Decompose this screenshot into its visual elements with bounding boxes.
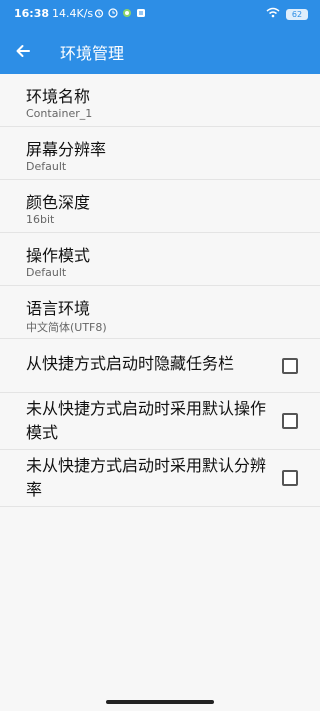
- status-time: 16:38: [14, 7, 50, 20]
- alarm-icon: [94, 8, 104, 21]
- hide-taskbar-checkbox-row[interactable]: 从快捷方式启动时隐藏任务栏: [0, 339, 320, 393]
- setting-value: Container_1: [26, 107, 93, 120]
- app-bar: 环境管理: [0, 28, 320, 74]
- setting-environment-name[interactable]: 环境名称 Container_1: [0, 74, 320, 127]
- hide-taskbar-checkbox[interactable]: [282, 358, 298, 374]
- page-title: 环境管理: [60, 44, 125, 63]
- status-icons: [94, 8, 146, 21]
- setting-screen-resolution[interactable]: 屏幕分辨率 Default: [0, 127, 320, 180]
- checkbox-label: 未从快捷方式启动时采用默认操作模式: [26, 399, 267, 442]
- setting-operation-mode[interactable]: 操作模式 Default: [0, 233, 320, 286]
- battery-icon: 62: [286, 8, 308, 20]
- network-speed: 14.4K/s: [52, 7, 94, 20]
- checkbox-label: 从快捷方式启动时隐藏任务栏: [26, 354, 235, 373]
- setting-title: 颜色深度: [26, 193, 91, 212]
- home-indicator[interactable]: [106, 700, 214, 704]
- default-operation-mode-checkbox[interactable]: [282, 413, 298, 429]
- setting-value: 中文简体(UTF8): [26, 321, 107, 334]
- setting-title: 环境名称: [26, 87, 91, 106]
- default-operation-mode-checkbox-row[interactable]: 未从快捷方式启动时采用默认操作模式: [0, 393, 320, 450]
- arrow-left-icon: [16, 45, 30, 57]
- settings-list: 环境名称 Container_1 屏幕分辨率 Default 颜色深度 16bi…: [0, 74, 320, 711]
- wifi-icon: [266, 7, 280, 21]
- status-bar: 16:38 14.4K/s 62: [0, 0, 320, 28]
- app-status-icon: [122, 8, 132, 21]
- checkbox-label: 未从快捷方式启动时采用默认分辨率: [26, 456, 267, 499]
- setting-value: Default: [26, 160, 67, 173]
- status-right: 62: [266, 7, 308, 21]
- setting-color-depth[interactable]: 颜色深度 16bit: [0, 180, 320, 233]
- notification-icon: [136, 8, 146, 21]
- setting-language-environment[interactable]: 语言环境 中文简体(UTF8): [0, 286, 320, 339]
- setting-title: 屏幕分辨率: [26, 140, 107, 159]
- back-button[interactable]: [10, 38, 36, 64]
- setting-value: 16bit: [26, 213, 55, 226]
- default-resolution-checkbox[interactable]: [282, 470, 298, 486]
- default-resolution-checkbox-row[interactable]: 未从快捷方式启动时采用默认分辨率: [0, 450, 320, 507]
- phone-screen: 16:38 14.4K/s 62 环境管理 环境名称 Container_1 屏…: [0, 0, 320, 711]
- clock-icon: [108, 8, 118, 21]
- setting-title: 操作模式: [26, 246, 91, 265]
- setting-value: Default: [26, 266, 67, 279]
- setting-title: 语言环境: [26, 299, 91, 318]
